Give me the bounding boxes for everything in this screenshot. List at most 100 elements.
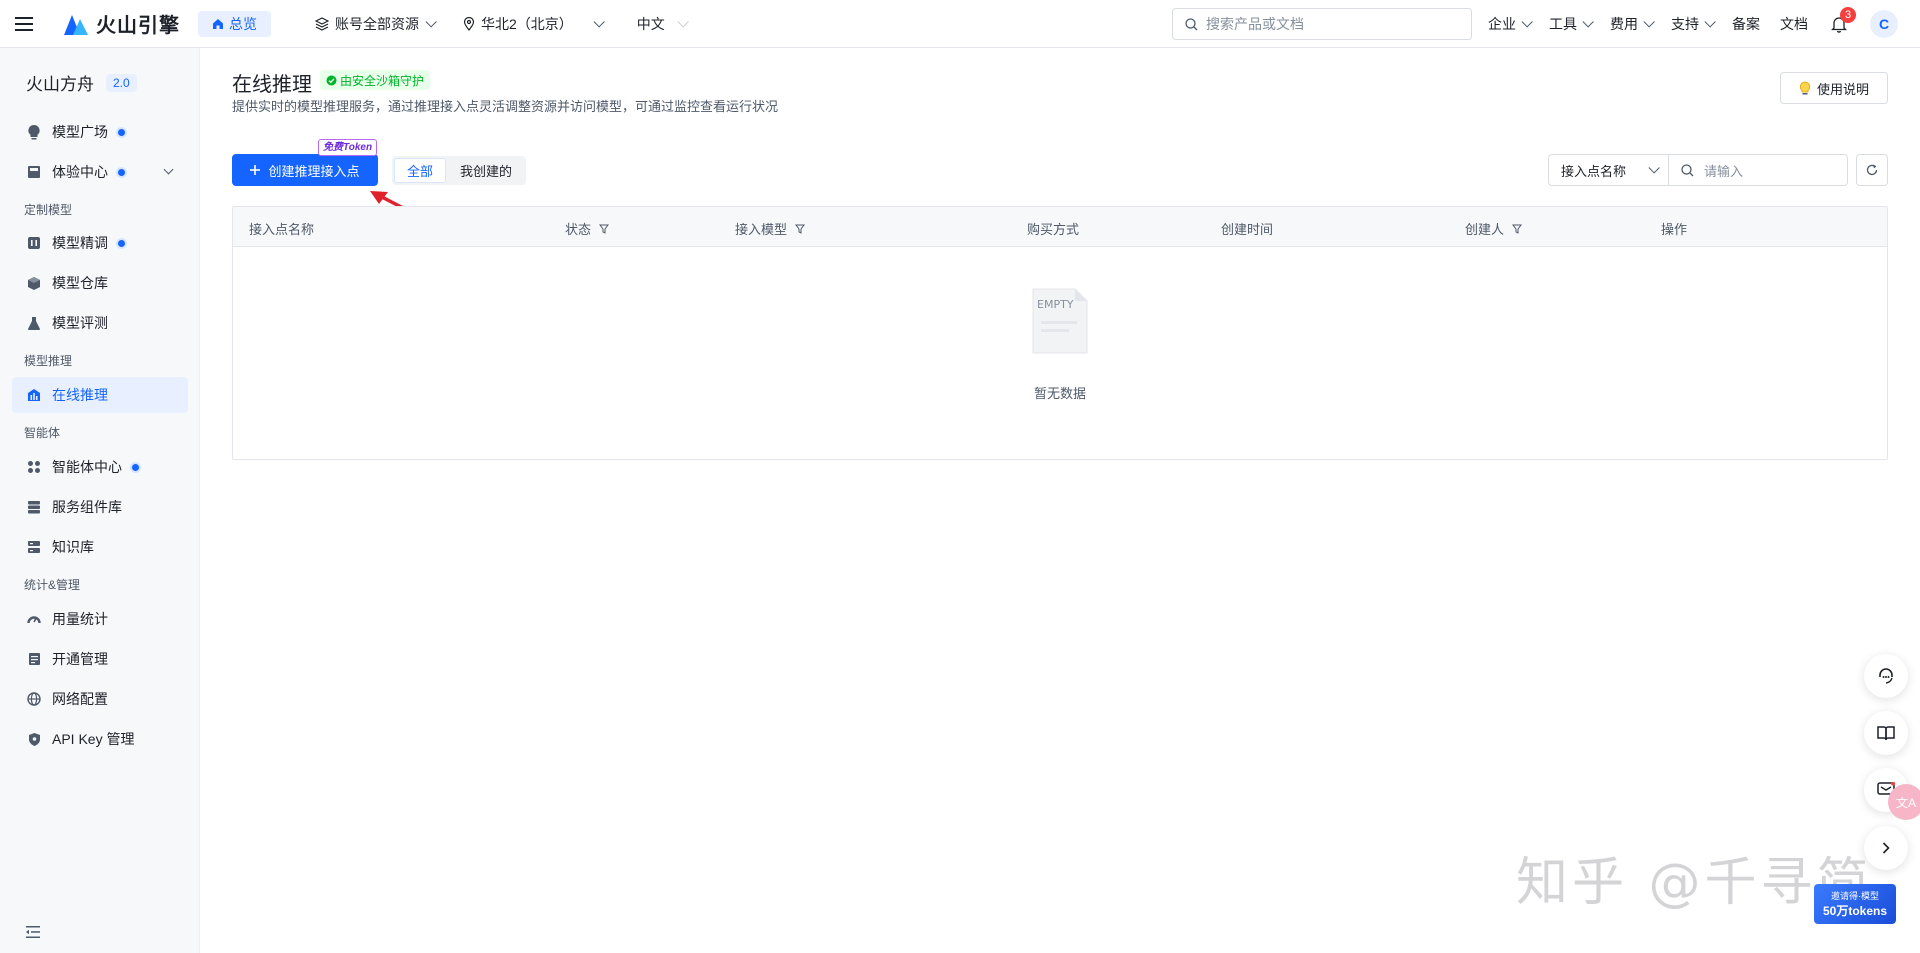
overview-label: 总览: [229, 15, 257, 32]
column-actions: 操作: [1661, 219, 1687, 238]
chevron-down-icon: [677, 15, 689, 28]
sidebar-item-online-inference[interactable]: 在线推理: [12, 377, 188, 413]
sidebar-item-fine-tune[interactable]: 模型精调: [12, 225, 188, 261]
filter-icon[interactable]: [795, 224, 806, 234]
column-creator: 创建人: [1465, 219, 1523, 238]
nav-tools[interactable]: 工具: [1549, 14, 1594, 34]
security-sandbox-badge[interactable]: 由安全沙箱守护: [320, 70, 431, 90]
column-status: 状态: [565, 219, 610, 238]
nav-docs-label: 文档: [1780, 16, 1808, 32]
usage-guide-label: 使用说明: [1816, 81, 1869, 97]
empty-image-label: EMPTY: [1037, 298, 1074, 311]
top-bar: 火山引擎 总览 账号全部资源 华北2（北京） 中文 搜索产品或文档 企业 工具 …: [0, 0, 1920, 48]
empty-document-icon: EMPTY: [1032, 288, 1088, 354]
tab-created-by-me[interactable]: 我创建的: [448, 158, 524, 183]
security-sandbox-label: 由安全沙箱守护: [340, 73, 425, 88]
sidebar-item-model-square[interactable]: 模型广场: [12, 114, 188, 150]
tune-icon: [26, 235, 42, 251]
refresh-icon: [1866, 164, 1878, 176]
nav-icp[interactable]: 备案: [1732, 14, 1760, 34]
column-label: 创建人: [1465, 222, 1505, 237]
chevron-down-icon: [1648, 162, 1660, 174]
global-search-input[interactable]: 搜索产品或文档: [1172, 8, 1472, 40]
sidebar-item-knowledge-base[interactable]: 知识库: [12, 529, 188, 565]
brand-logo[interactable]: 火山引擎: [64, 9, 180, 38]
tab-all[interactable]: 全部: [394, 158, 447, 183]
promo-line2: 50万tokens: [1822, 904, 1888, 918]
nav-docs[interactable]: 文档: [1780, 14, 1808, 34]
nav-enterprise[interactable]: 企业: [1488, 14, 1533, 34]
overview-button[interactable]: 总览: [198, 10, 271, 37]
region-select[interactable]: 华北2（北京）: [463, 14, 605, 34]
account-select[interactable]: 账号全部资源: [315, 14, 437, 34]
column-endpoint-name: 接入点名称: [249, 219, 314, 238]
book-icon: [1877, 726, 1895, 741]
group-stats-mgmt: 统计&管理: [24, 578, 81, 592]
headset-icon: [1879, 668, 1893, 684]
invite-promo-banner[interactable]: 邀请得·模型 50万tokens: [1814, 884, 1896, 924]
empty-state: EMPTY 暂无数据: [233, 285, 1887, 402]
column-purchase-method: 购买方式: [1027, 219, 1079, 238]
new-dot: [132, 463, 139, 471]
sidebar-item-experience-center[interactable]: 体验中心: [12, 154, 188, 190]
customer-service-button[interactable]: [1864, 654, 1908, 698]
nav-support-label: 支持: [1671, 16, 1699, 32]
filter-field-select[interactable]: 接入点名称: [1549, 155, 1669, 185]
search-icon: [1681, 163, 1694, 176]
sidebar-item-components[interactable]: 服务组件库: [12, 489, 188, 525]
usage-guide-button[interactable]: 使用说明: [1780, 72, 1888, 104]
sidebar-item-label: 网络配置: [52, 691, 108, 707]
new-dot: [118, 128, 125, 136]
nav-support[interactable]: 支持: [1671, 14, 1716, 34]
menu-icon[interactable]: [0, 0, 48, 48]
avatar[interactable]: C: [1870, 10, 1898, 38]
gauge-icon: [26, 611, 42, 627]
nav-billing[interactable]: 费用: [1610, 14, 1655, 34]
database-icon: [26, 539, 42, 555]
sidebar-item-network[interactable]: 网络配置: [12, 681, 188, 717]
sidebar-item-agent-center[interactable]: 智能体中心: [12, 449, 188, 485]
group-custom-models: 定制模型: [24, 203, 73, 217]
sidebar-item-model-eval[interactable]: 模型评测: [12, 305, 188, 341]
filter-search-input[interactable]: 请输入: [1669, 155, 1847, 185]
search-icon: [1185, 17, 1198, 30]
top-nav: 企业 工具 费用 支持 备案 文档 3 C: [1488, 0, 1898, 48]
sidebar-item-label: 模型仓库: [52, 275, 108, 291]
chevron-down-icon: [163, 164, 174, 175]
filter-icon[interactable]: [599, 224, 610, 234]
column-model: 接入模型: [735, 219, 806, 238]
chevron-down-icon: [1582, 16, 1594, 28]
collapse-sidebar-icon[interactable]: [26, 925, 40, 941]
region-select-label: 华北2（北京）: [481, 15, 573, 32]
sidebar-item-label: 模型广场: [52, 124, 108, 140]
refresh-button[interactable]: [1856, 154, 1888, 186]
sidebar-item-label: 开通管理: [52, 651, 108, 667]
sidebar-item-api-key[interactable]: API Key 管理: [12, 721, 188, 757]
brand-name: 火山引擎: [96, 15, 180, 37]
flask-icon: [26, 315, 42, 331]
column-label: 接入点名称: [249, 222, 315, 237]
column-label: 购买方式: [1027, 222, 1080, 237]
create-endpoint-button[interactable]: 创建推理接入点: [232, 154, 378, 186]
account-select-label: 账号全部资源: [335, 15, 419, 32]
new-dot: [118, 168, 125, 176]
notification-button[interactable]: 3: [1828, 7, 1856, 35]
shield-icon: [26, 731, 42, 747]
sidebar-item-label: API Key 管理: [52, 731, 135, 747]
sidebar-item-label: 服务组件库: [52, 499, 122, 515]
location-icon: [463, 16, 475, 31]
create-endpoint-label: 创建推理接入点: [268, 163, 360, 179]
docs-button[interactable]: [1864, 711, 1908, 755]
filter-search-placeholder: 请输入: [1704, 163, 1744, 179]
language-select[interactable]: 中文: [637, 14, 689, 34]
sidebar-item-usage-stats[interactable]: 用量统计: [12, 601, 188, 637]
sidebar-item-activation[interactable]: 开通管理: [12, 641, 188, 677]
chevron-down-icon: [425, 15, 437, 28]
plus-icon: [250, 165, 261, 175]
nav-tools-label: 工具: [1549, 16, 1577, 32]
sidebar-item-label: 体验中心: [52, 164, 108, 180]
filter-icon[interactable]: [1512, 224, 1523, 234]
translate-button[interactable]: 文A: [1888, 784, 1920, 820]
sidebar-item-model-repo[interactable]: 模型仓库: [12, 265, 188, 301]
column-label: 创建时间: [1221, 222, 1274, 237]
